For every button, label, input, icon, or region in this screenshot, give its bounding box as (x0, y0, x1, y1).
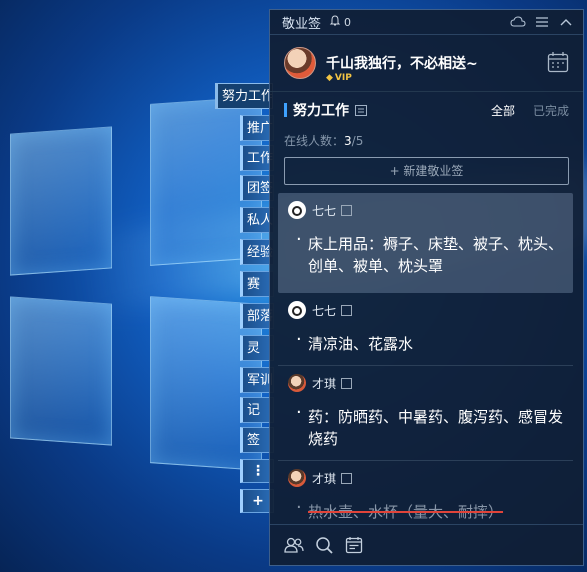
author-avatar (288, 201, 306, 219)
note-text: 清凉油、花露水 (296, 329, 563, 355)
note-text-done: 热水壶、水杯（量大、耐摔） (296, 497, 563, 523)
edit-icon[interactable] (355, 101, 367, 120)
author-name: 才琪 (312, 471, 337, 486)
filter-done[interactable]: 已完成 (533, 102, 569, 119)
list-item[interactable]: 才琪 热水壶、水杯（量大、耐摔） (278, 461, 573, 525)
author-avatar (288, 469, 306, 487)
note-flag-icon (341, 304, 353, 316)
search-icon[interactable] (314, 535, 334, 555)
list-item[interactable]: 才琪 药：防晒药、中暑药、腹泻药、感冒发烧药 (278, 366, 573, 461)
app-title: 敬业签 (282, 16, 322, 32)
author-avatar (288, 374, 306, 392)
section-title: 努力工作 (293, 103, 349, 119)
author-avatar (288, 301, 306, 319)
notif-count: 0 (344, 15, 352, 29)
filter-all[interactable]: 全部 (491, 102, 515, 119)
author-name: 七七 (312, 303, 337, 318)
accent-bar (284, 103, 287, 117)
new-note-button[interactable]: + 新建敬业签 (284, 157, 569, 185)
note-flag-icon (341, 472, 353, 484)
section-header: 努力工作 全部 已完成 (270, 91, 583, 128)
note-text: 药：防晒药、中暑药、腹泻药、感冒发烧药 (296, 402, 563, 450)
footer-toolbar (270, 524, 583, 565)
notes-list-icon[interactable] (344, 535, 364, 555)
online-count: 在线人数：3/5 (284, 134, 364, 148)
note-flag-icon (341, 204, 353, 216)
cloud-sync-icon[interactable] (509, 13, 527, 31)
members-icon[interactable] (284, 535, 304, 555)
note-text: 床上用品：褥子、床垫、被子、枕头、创单、被单、枕头罩 (296, 229, 563, 277)
author-name: 七七 (312, 203, 337, 218)
user-row: 千山我独行，不必相送~ ◆ VIP (270, 35, 583, 91)
sticky-notes-panel: 敬业签 0 千山我独行，不必相送~ ◆ VIP 努力工作 全部 已完成 在线人数… (269, 9, 584, 566)
avatar[interactable] (284, 47, 316, 79)
note-flag-icon (341, 377, 353, 389)
author-name: 才琪 (312, 376, 337, 391)
menu-icon[interactable] (533, 13, 551, 31)
list-item[interactable]: 七七 清凉油、花露水 (278, 293, 573, 366)
notes-list: 七七 床上用品：褥子、床垫、被子、枕头、创单、被单、枕头罩 七七 清凉油、花露水… (270, 193, 583, 525)
list-item[interactable]: 七七 床上用品：褥子、床垫、被子、枕头、创单、被单、枕头罩 (278, 193, 573, 293)
collapse-icon[interactable] (557, 13, 575, 31)
calendar-icon[interactable] (547, 51, 569, 73)
bell-icon (329, 14, 341, 30)
vip-badge: ◆ VIP (326, 73, 352, 83)
notifications[interactable]: 0 (329, 14, 352, 30)
diamond-icon: ◆ (326, 73, 333, 83)
user-name: 千山我独行，不必相送~ (326, 56, 478, 72)
tab-active[interactable]: 努力工作 (215, 83, 273, 109)
title-bar: 敬业签 0 (270, 10, 583, 35)
